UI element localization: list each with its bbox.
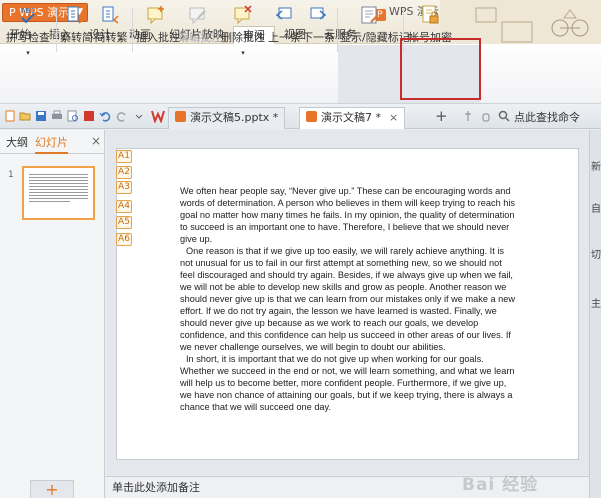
previous-comment-button[interactable]: 上一条 <box>268 4 301 56</box>
slide-text-box[interactable]: We often hear people say, “Never give up… <box>180 185 515 413</box>
show-hide-markup-button[interactable]: 显示/隐藏标记 <box>340 4 410 56</box>
comment-marker[interactable]: A6 <box>116 233 132 246</box>
to-simplified-button[interactable]: 繁转简 <box>60 4 93 56</box>
undo-icon[interactable] <box>99 110 111 122</box>
chevron-down-icon[interactable] <box>133 110 145 122</box>
slide-thumbnail[interactable] <box>22 166 95 220</box>
previous-comment-icon <box>275 7 292 20</box>
slides-panel: 大纲 幻灯片 × 1 + <box>0 130 105 498</box>
wps-w-logo-icon[interactable] <box>151 109 165 123</box>
to-traditional-button[interactable]: 简转繁 <box>94 4 128 56</box>
chevron-down-icon: ▾ <box>26 49 30 57</box>
ribbon-separator <box>56 8 57 52</box>
presentation-file-icon <box>175 111 186 122</box>
ribbon-separator <box>337 8 338 52</box>
edit-comment-icon <box>189 7 206 25</box>
command-search-input[interactable]: 点此查找命令 <box>514 109 580 125</box>
save-icon[interactable] <box>35 110 47 122</box>
chevron-down-icon: ▾ <box>241 49 245 57</box>
task-pane-item[interactable]: 主 <box>591 295 601 310</box>
highlight-box <box>400 38 481 100</box>
presentation-file-icon <box>306 111 317 122</box>
ribbon-separator <box>132 8 133 52</box>
close-panel-icon[interactable]: × <box>91 134 101 148</box>
print-preview-icon[interactable] <box>67 110 79 122</box>
comment-marker[interactable]: A5 <box>116 216 132 229</box>
open-folder-icon[interactable] <box>19 110 31 122</box>
add-tab-button[interactable]: + <box>435 107 448 125</box>
delete-comment-button[interactable]: 删除批注 ▾ <box>220 4 266 57</box>
insert-comment-icon <box>147 6 164 25</box>
pin-icon[interactable] <box>462 110 474 122</box>
hand-icon[interactable] <box>480 110 492 122</box>
delete-comment-icon <box>234 5 252 25</box>
close-tab-icon[interactable]: × <box>389 111 398 124</box>
tab-presentation-5[interactable]: 演示文稿5.pptx * <box>168 107 286 129</box>
traditional-to-simplified-icon <box>67 6 85 24</box>
next-comment-icon <box>310 7 327 20</box>
spellcheck-icon: ABC <box>21 7 35 24</box>
tab-outline[interactable]: 大纲 <box>6 134 28 150</box>
paragraph-2: One reason is that if we give up too eas… <box>180 246 515 352</box>
redo-icon[interactable] <box>116 110 128 122</box>
comment-marker[interactable]: A1 <box>116 150 132 163</box>
lock-document-icon <box>422 5 439 24</box>
search-icon[interactable] <box>498 110 510 122</box>
edit-comment-button[interactable]: 编辑批注 <box>178 4 222 56</box>
spellcheck-button[interactable]: ABC 拼写检查 ▾ <box>4 4 52 57</box>
add-slide-button[interactable]: + <box>30 480 74 498</box>
paragraph-3: In short, it is important that we do not… <box>180 354 515 412</box>
print-icon[interactable] <box>51 110 63 122</box>
slide-number: 1 <box>8 170 14 180</box>
export-pdf-icon[interactable] <box>83 110 95 122</box>
tab-slides[interactable]: 幻灯片 <box>35 134 68 154</box>
task-pane-item[interactable]: 自 <box>591 200 601 215</box>
panel-tabs: 大纲 幻灯片 × <box>0 130 104 154</box>
comment-marker[interactable]: A2 <box>116 166 132 179</box>
task-pane-item[interactable]: 新 <box>591 158 601 173</box>
tab-presentation-7[interactable]: 演示文稿7 * × <box>299 107 406 129</box>
comment-marker[interactable]: A3 <box>116 181 132 194</box>
document-tab-bar: 演示文稿5.pptx * 演示文稿7 * × + 点此查找命令 <box>0 104 601 129</box>
paragraph-1: We often hear people say, “Never give up… <box>180 186 516 244</box>
comment-marker[interactable]: A4 <box>116 200 132 213</box>
simplified-to-traditional-icon <box>102 6 119 24</box>
insert-comment-button[interactable]: 插入批注 <box>136 4 180 56</box>
next-comment-button[interactable]: 下一条 <box>302 4 335 56</box>
show-hide-markup-icon <box>361 6 379 24</box>
baidu-watermark: Bai 经验 <box>462 475 539 495</box>
new-document-icon[interactable] <box>4 110 16 122</box>
right-task-pane: 新 自 切 主 <box>589 130 601 498</box>
task-pane-item[interactable]: 切 <box>591 246 601 261</box>
